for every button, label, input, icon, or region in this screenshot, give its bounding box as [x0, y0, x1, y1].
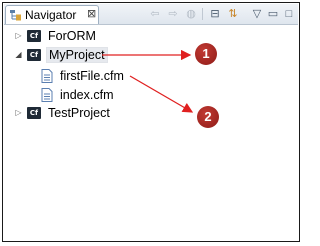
annotation-arrows: [102, 49, 194, 113]
callout-badge-2: 2: [197, 106, 219, 128]
arrow-to-callout-2: [129, 75, 194, 113]
callout-badge-1: 1: [195, 43, 217, 65]
